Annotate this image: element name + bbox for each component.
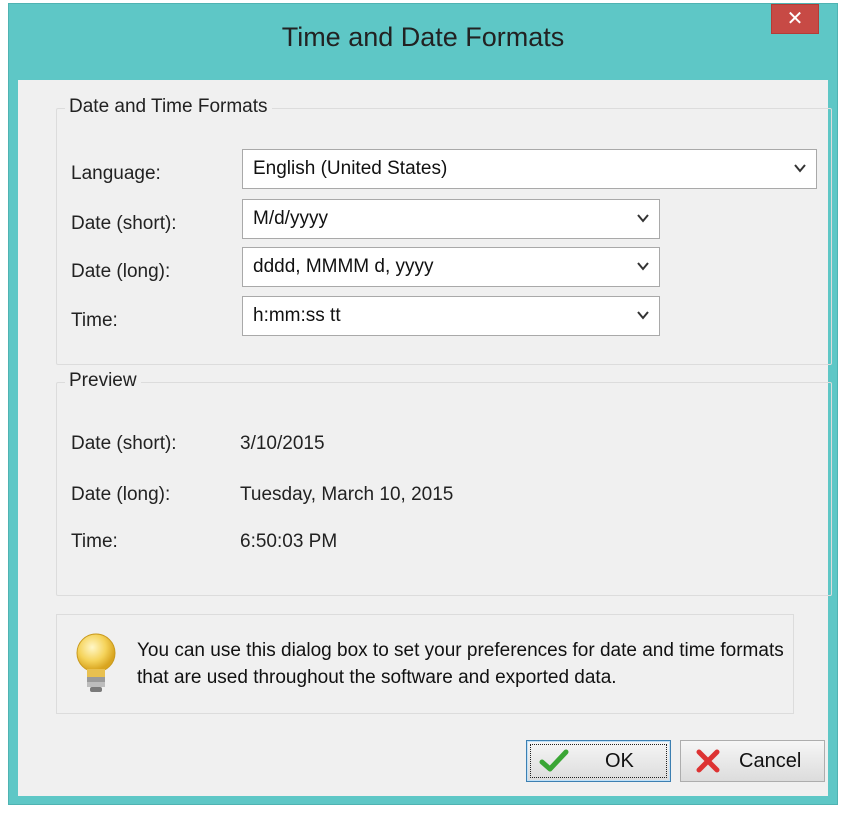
preview-date-long-label: Date (long):	[71, 484, 171, 505]
close-button[interactable]: ✕	[771, 4, 819, 34]
time-dropdown[interactable]: h:mm:ss tt	[242, 296, 660, 336]
checkmark-icon	[539, 749, 569, 772]
formats-group-legend: Date and Time Formats	[65, 96, 272, 118]
formats-group: Date and Time Formats Language: English …	[56, 96, 832, 365]
date-short-label: Date (short):	[71, 213, 177, 234]
chevron-down-icon	[794, 164, 806, 173]
language-dropdown[interactable]: English (United States)	[242, 149, 817, 189]
date-long-dropdown[interactable]: dddd, MMMM d, yyyy	[242, 247, 660, 287]
tip-panel: You can use this dialog box to set your …	[56, 614, 794, 714]
preview-group: Preview Date (short): 3/10/2015 Date (lo…	[56, 370, 832, 596]
ok-button[interactable]: OK	[526, 740, 671, 782]
language-value: English (United States)	[253, 158, 448, 179]
ok-button-label: OK	[605, 750, 634, 772]
preview-date-long-value: Tuesday, March 10, 2015	[240, 484, 454, 505]
date-long-label: Date (long):	[71, 261, 171, 282]
language-label: Language:	[71, 163, 161, 184]
time-format-value: h:mm:ss tt	[253, 305, 341, 326]
chevron-down-icon	[637, 214, 649, 223]
date-short-dropdown[interactable]: M/d/yyyy	[242, 199, 660, 239]
dialog-title: Time and Date Formats	[281, 22, 565, 52]
time-label: Time:	[71, 310, 118, 331]
preview-date-short-label: Date (short):	[71, 433, 177, 454]
date-long-format-value: dddd, MMMM d, yyyy	[253, 256, 434, 277]
tip-text: You can use this dialog box to set your …	[137, 640, 784, 688]
cancel-button[interactable]: Cancel	[680, 740, 825, 782]
chevron-down-icon	[637, 311, 649, 320]
preview-time-value: 6:50:03 PM	[240, 531, 338, 552]
preview-group-legend: Preview	[65, 370, 141, 392]
title-bar[interactable]: Time and Date Formats ✕	[9, 4, 837, 79]
preview-time-label: Time:	[71, 531, 118, 552]
preview-date-short-value: 3/10/2015	[240, 433, 325, 454]
red-x-icon	[696, 749, 720, 773]
cancel-button-label: Cancel	[739, 750, 802, 772]
date-short-format-value: M/d/yyyy	[253, 208, 328, 229]
dialog-window: Time and Date Formats ✕ Date and Time Fo…	[8, 3, 838, 805]
chevron-down-icon	[637, 262, 649, 271]
close-icon: ✕	[786, 8, 804, 30]
lightbulb-icon	[76, 633, 116, 692]
dialog-client-area: Date and Time Formats Language: English …	[18, 80, 832, 796]
